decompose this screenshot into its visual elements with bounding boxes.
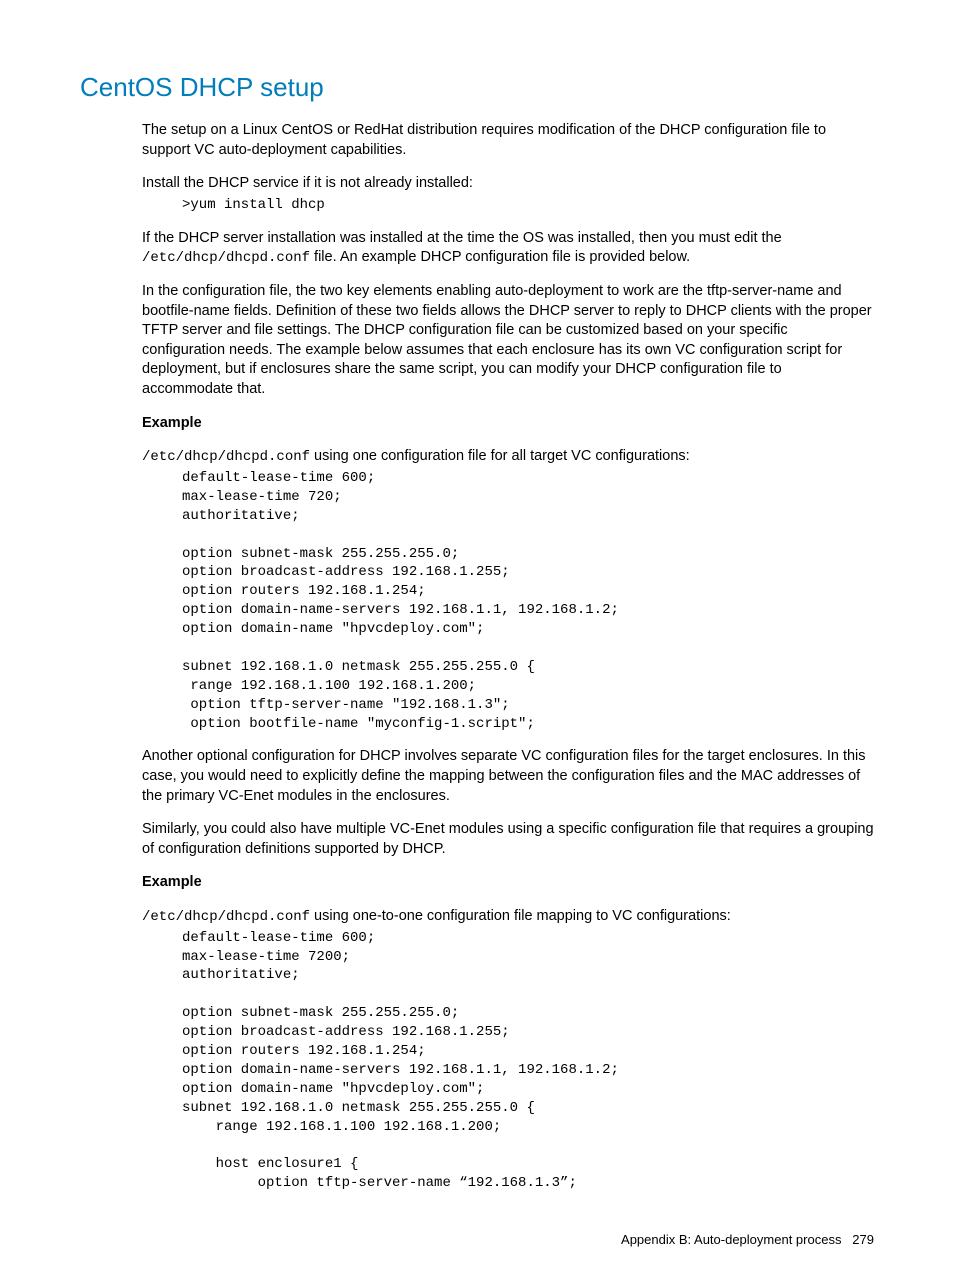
page-heading: CentOS DHCP setup <box>80 70 874 105</box>
inline-code: /etc/dhcp/dhcpd.conf <box>142 250 310 266</box>
paragraph: /etc/dhcp/dhcpd.conf using one-to-one co… <box>142 907 874 927</box>
inline-code: /etc/dhcp/dhcpd.conf <box>142 449 310 465</box>
example-heading: Example <box>142 873 874 893</box>
page-number: 279 <box>852 1232 874 1247</box>
command: >yum install dhcp <box>182 196 874 215</box>
example-heading: Example <box>142 414 874 434</box>
code-block: default-lease-time 600; max-lease-time 7… <box>182 929 874 1193</box>
paragraph: Install the DHCP service if it is not al… <box>142 174 874 194</box>
paragraph: /etc/dhcp/dhcpd.conf using one configura… <box>142 447 874 467</box>
paragraph: Another optional configuration for DHCP … <box>142 747 874 806</box>
text: using one configuration file for all tar… <box>310 448 690 464</box>
paragraph: Similarly, you could also have multiple … <box>142 820 874 859</box>
text: If the DHCP server installation was inst… <box>142 230 782 246</box>
page-footer: Appendix B: Auto-deployment process 279 <box>80 1231 874 1249</box>
content-area: The setup on a Linux CentOS or RedHat di… <box>142 121 874 1193</box>
code-block: default-lease-time 600; max-lease-time 7… <box>182 469 874 733</box>
text: using one-to-one configuration file mapp… <box>310 908 731 924</box>
paragraph: If the DHCP server installation was inst… <box>142 229 874 268</box>
footer-label: Appendix B: Auto-deployment process <box>621 1232 841 1247</box>
paragraph: The setup on a Linux CentOS or RedHat di… <box>142 121 874 160</box>
paragraph: In the configuration file, the two key e… <box>142 282 874 399</box>
text: file. An example DHCP configuration file… <box>310 249 690 265</box>
inline-code: /etc/dhcp/dhcpd.conf <box>142 909 310 925</box>
